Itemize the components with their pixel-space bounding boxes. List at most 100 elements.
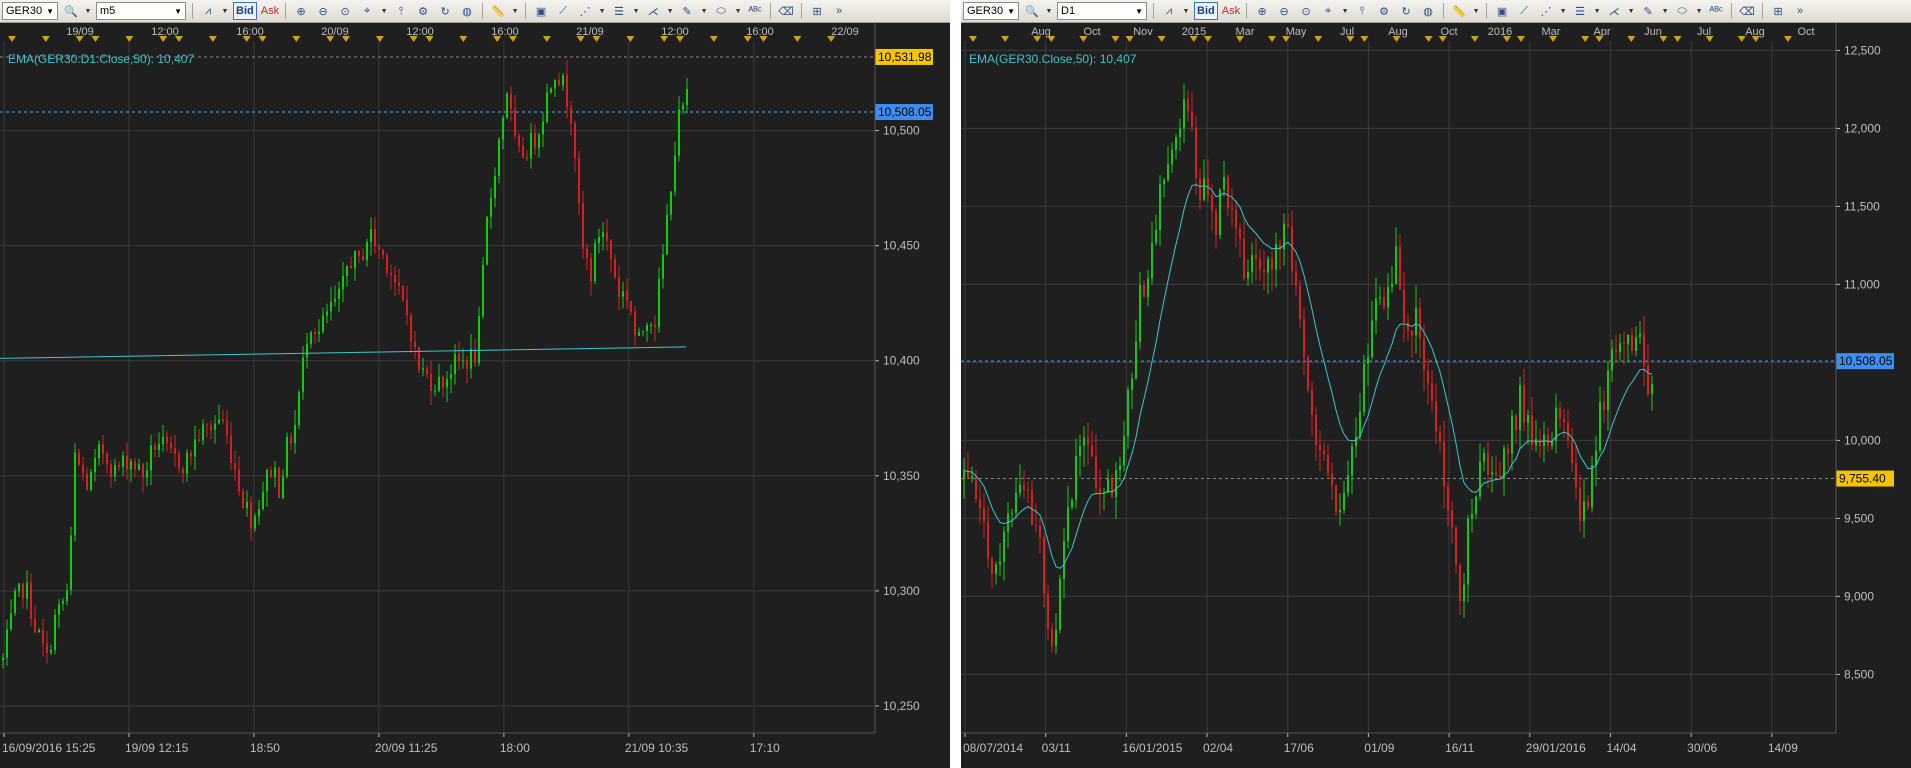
fibonacci-icon[interactable]: ⋌ bbox=[1605, 2, 1623, 20]
zoom-in-icon[interactable]: ⊕ bbox=[292, 2, 310, 20]
image-icon[interactable]: ▣ bbox=[1493, 2, 1511, 20]
timeframe-select[interactable]: m5 ▼ bbox=[96, 2, 186, 20]
candle-body bbox=[62, 601, 64, 604]
zoom-fit-icon[interactable]: ⊙ bbox=[1297, 2, 1315, 20]
ellipse-icon[interactable]: ⬭ bbox=[1673, 2, 1691, 20]
candle-body bbox=[330, 301, 332, 312]
more-icon[interactable]: » bbox=[830, 2, 848, 20]
candle-body bbox=[1639, 333, 1641, 338]
chevron-down-icon[interactable]: ▼ bbox=[1045, 2, 1053, 20]
fan-icon[interactable]: ⋰ bbox=[1537, 2, 1555, 20]
chevron-down-icon[interactable]: ▼ bbox=[632, 2, 640, 20]
chevron-down-icon[interactable]: ▼ bbox=[221, 2, 229, 20]
toolbar-divider bbox=[192, 3, 193, 19]
toolbar-divider bbox=[770, 3, 772, 19]
chevron-down-icon[interactable]: ▼ bbox=[84, 2, 92, 20]
indicator-icon[interactable]: ⫯ bbox=[392, 2, 410, 20]
chevron-down-icon[interactable]: ▼ bbox=[1559, 2, 1567, 20]
text-icon[interactable]: ᴬᴮᶜ bbox=[746, 2, 764, 20]
globe-icon[interactable]: ◍ bbox=[458, 2, 476, 20]
chart-toolbar: GER30 ▼ 🔍 ▼ D1 ▼ ⩘ ▼ Bid Ask ⊕ ⊖ ⊙ ⌖ ▼ ⫯ ⚙… bbox=[961, 0, 1911, 23]
chevron-down-icon[interactable]: ▼ bbox=[666, 2, 674, 20]
zoom-out-icon[interactable]: ⊖ bbox=[1275, 2, 1293, 20]
candle-body bbox=[1003, 531, 1005, 562]
chevron-down-icon[interactable]: ▼ bbox=[511, 2, 519, 20]
y-tick-label: 10,300 bbox=[883, 584, 920, 598]
zoom-out-icon[interactable]: ⊖ bbox=[314, 2, 332, 20]
chevron-down-icon[interactable]: ▼ bbox=[734, 2, 742, 20]
chevron-down-icon[interactable]: ▼ bbox=[1472, 2, 1480, 20]
ellipse-icon[interactable]: ⬭ bbox=[712, 2, 730, 20]
candle-body bbox=[1155, 229, 1157, 243]
chevron-down-icon[interactable]: ▼ bbox=[1695, 2, 1703, 20]
chevron-down-icon[interactable]: ▼ bbox=[700, 2, 708, 20]
zoom-fit-icon[interactable]: ⊙ bbox=[336, 2, 354, 20]
timeframe-select[interactable]: D1 ▼ bbox=[1057, 2, 1147, 20]
zoom-in-icon[interactable]: ⊕ bbox=[1253, 2, 1271, 20]
trendline-icon[interactable]: ⟋ bbox=[554, 2, 572, 20]
price-chart-m5[interactable]: 10,250 10,300 10,350 10,400 10,450 10,500 16/0… bbox=[0, 23, 950, 768]
x-tick-label-bottom: 16/11 bbox=[1445, 741, 1474, 755]
trendline-icon[interactable]: ⟋ bbox=[1515, 2, 1533, 20]
y-tick-label: 9,500 bbox=[1844, 511, 1874, 525]
refresh-icon[interactable]: ↻ bbox=[1397, 2, 1415, 20]
template-icon[interactable]: ⚙ bbox=[414, 2, 432, 20]
globe-icon[interactable]: ◍ bbox=[1419, 2, 1437, 20]
ruler-icon[interactable]: 📏 bbox=[1450, 2, 1468, 20]
candle-body bbox=[1127, 389, 1129, 437]
template-icon[interactable]: ⚙ bbox=[1375, 2, 1393, 20]
bid-button[interactable]: Bid bbox=[1194, 2, 1218, 20]
toolbar-divider bbox=[1153, 3, 1154, 19]
ask-button[interactable]: Ask bbox=[1222, 5, 1240, 17]
chevron-down-icon[interactable]: ▼ bbox=[1661, 2, 1669, 20]
toolbar-divider bbox=[1443, 3, 1445, 19]
tree-icon[interactable]: ⊞ bbox=[1769, 2, 1787, 20]
pen-icon[interactable]: ✎ bbox=[678, 2, 696, 20]
candle-body bbox=[286, 437, 288, 477]
price-chart-d1[interactable]: 8,5009,0009,50010,00010,50011,00011,5001… bbox=[961, 23, 1911, 768]
chevron-down-icon[interactable]: ▼ bbox=[1341, 2, 1349, 20]
chart-type-icon[interactable]: ⩘ bbox=[199, 2, 217, 20]
tree-icon[interactable]: ⊞ bbox=[808, 2, 826, 20]
bid-button[interactable]: Bid bbox=[233, 2, 257, 20]
crosshair-icon[interactable]: ⌖ bbox=[1319, 2, 1337, 20]
search-icon[interactable]: 🔍 bbox=[1023, 2, 1041, 20]
candle-body bbox=[1635, 337, 1637, 351]
chevron-down-icon[interactable]: ▼ bbox=[598, 2, 606, 20]
candle-body bbox=[1203, 178, 1205, 200]
indicator-icon[interactable]: ⫯ bbox=[1353, 2, 1371, 20]
refresh-icon[interactable]: ↻ bbox=[436, 2, 454, 20]
hline-icon[interactable]: ☰ bbox=[610, 2, 628, 20]
candle-body bbox=[1603, 401, 1605, 410]
chart-type-icon[interactable]: ⩘ bbox=[1160, 2, 1178, 20]
pen-icon[interactable]: ✎ bbox=[1639, 2, 1657, 20]
symbol-select[interactable]: GER30 ▼ bbox=[2, 2, 58, 20]
ruler-icon[interactable]: 📏 bbox=[489, 2, 507, 20]
chevron-down-icon[interactable]: ▼ bbox=[1593, 2, 1601, 20]
candle-body bbox=[502, 117, 504, 140]
fan-icon[interactable]: ⋰ bbox=[576, 2, 594, 20]
eraser-icon[interactable]: ⌫ bbox=[777, 2, 795, 20]
candle-body bbox=[318, 331, 320, 335]
candle-body bbox=[218, 419, 220, 424]
chevron-down-icon[interactable]: ▼ bbox=[1627, 2, 1635, 20]
fibonacci-icon[interactable]: ⋌ bbox=[644, 2, 662, 20]
candle-body bbox=[1379, 297, 1381, 299]
text-icon[interactable]: ᴬᴮᶜ bbox=[1707, 2, 1725, 20]
ask-button[interactable]: Ask bbox=[261, 5, 279, 17]
more-icon[interactable]: » bbox=[1791, 2, 1809, 20]
crosshair-icon[interactable]: ⌖ bbox=[358, 2, 376, 20]
candle-body bbox=[30, 582, 32, 619]
x-tick-label-top: Oct bbox=[1797, 26, 1814, 38]
candle-body bbox=[46, 643, 48, 653]
symbol-select[interactable]: GER30 ▼ bbox=[963, 2, 1019, 20]
chevron-down-icon[interactable]: ▼ bbox=[1182, 2, 1190, 20]
chevron-down-icon[interactable]: ▼ bbox=[380, 2, 388, 20]
search-icon[interactable]: 🔍 bbox=[62, 2, 80, 20]
image-icon[interactable]: ▣ bbox=[532, 2, 550, 20]
candle-body bbox=[522, 145, 524, 158]
candle-body bbox=[518, 135, 520, 146]
candle-body bbox=[1387, 287, 1389, 308]
hline-icon[interactable]: ☰ bbox=[1571, 2, 1589, 20]
eraser-icon[interactable]: ⌫ bbox=[1738, 2, 1756, 20]
